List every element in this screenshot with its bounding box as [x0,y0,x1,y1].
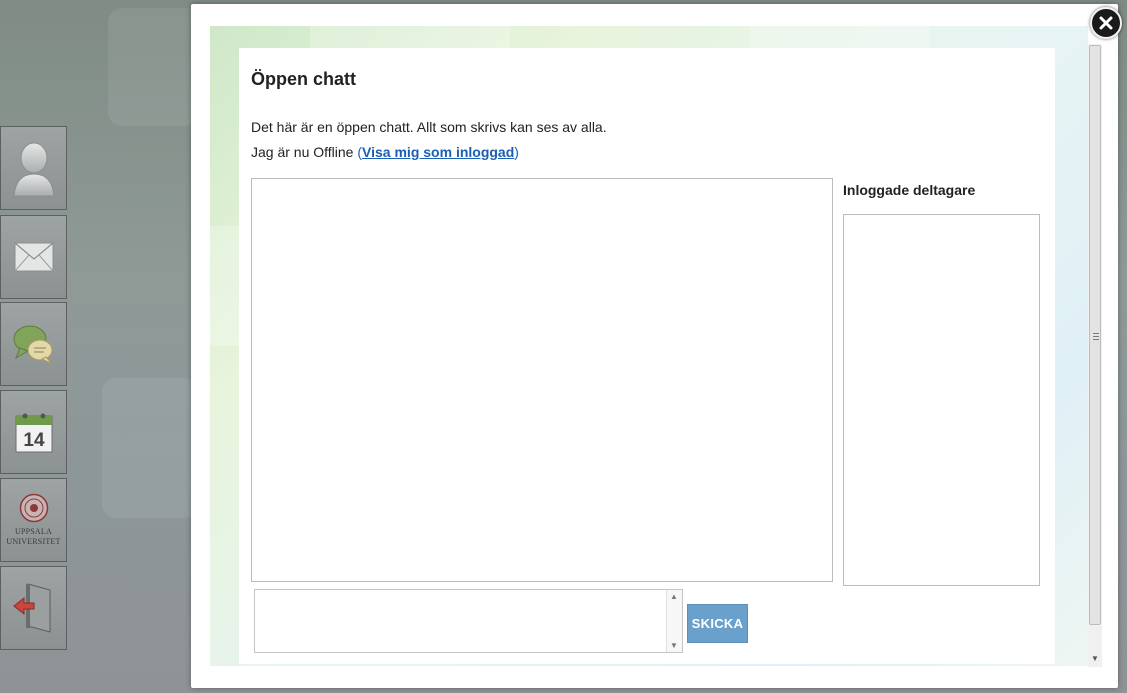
show-as-online-link[interactable]: Visa mig som inloggad [362,144,514,160]
participants-title: Inloggade deltagare [843,182,976,198]
scroll-up-icon[interactable]: ▲ [670,592,678,601]
modal-scrollbar[interactable]: ▼ [1088,44,1102,667]
calendar-icon: 14 [15,413,52,453]
modal-scrollbar-thumb[interactable] [1089,45,1101,625]
chat-description: Det här är en öppen chatt. Allt som skri… [251,119,607,135]
sidebar-item-logout[interactable] [0,566,67,650]
status-link-close-paren: ) [514,144,519,160]
online-status: Jag är nu Offline (Visa mig som inloggad… [251,144,519,160]
modal-background: Öppen chatt Det här är en öppen chatt. A… [210,26,1088,666]
message-input-scrollbar[interactable]: ▲ ▼ [666,590,682,652]
sidebar-item-chat[interactable] [0,302,67,386]
chat-modal: Öppen chatt Det här är en öppen chatt. A… [191,4,1118,688]
close-button[interactable] [1090,7,1122,39]
uppsala-label-line2: UNIVERSITET [6,537,61,546]
background-panel [108,8,200,126]
page-title: Öppen chatt [251,69,357,89]
scroll-down-icon[interactable]: ▼ [670,641,678,650]
sidebar-item-uppsala[interactable]: UPPSALA UNIVERSITET [0,478,67,562]
sidebar-item-calendar[interactable]: 14 [0,390,67,474]
calendar-day-label: 14 [23,430,45,451]
uppsala-seal-icon [19,493,48,523]
scroll-down-icon[interactable]: ▼ [1091,654,1099,663]
envelope-icon [14,242,53,272]
sidebar-item-messages[interactable] [0,215,67,299]
chat-log[interactable] [251,178,833,582]
user-icon [12,142,55,197]
message-input[interactable] [255,590,667,652]
sidebar-item-profile[interactable] [0,126,67,210]
logout-door-icon [12,583,50,633]
message-input-container: ▲ ▼ [254,589,683,653]
chat-panel: Öppen chatt Det här är en öppen chatt. A… [239,48,1055,664]
background-tile [210,226,240,346]
uppsala-label-line1: UPPSALA [15,527,52,536]
status-text: Jag är nu Offline [251,144,358,160]
close-icon [1099,16,1113,30]
uppsala-label: UPPSALA UNIVERSITET [6,527,60,547]
send-button[interactable]: SKICKA [687,604,748,643]
grip-icon [1093,333,1099,342]
chat-bubbles-icon [13,325,52,365]
background-panel [102,378,200,518]
participants-list[interactable] [843,214,1040,586]
